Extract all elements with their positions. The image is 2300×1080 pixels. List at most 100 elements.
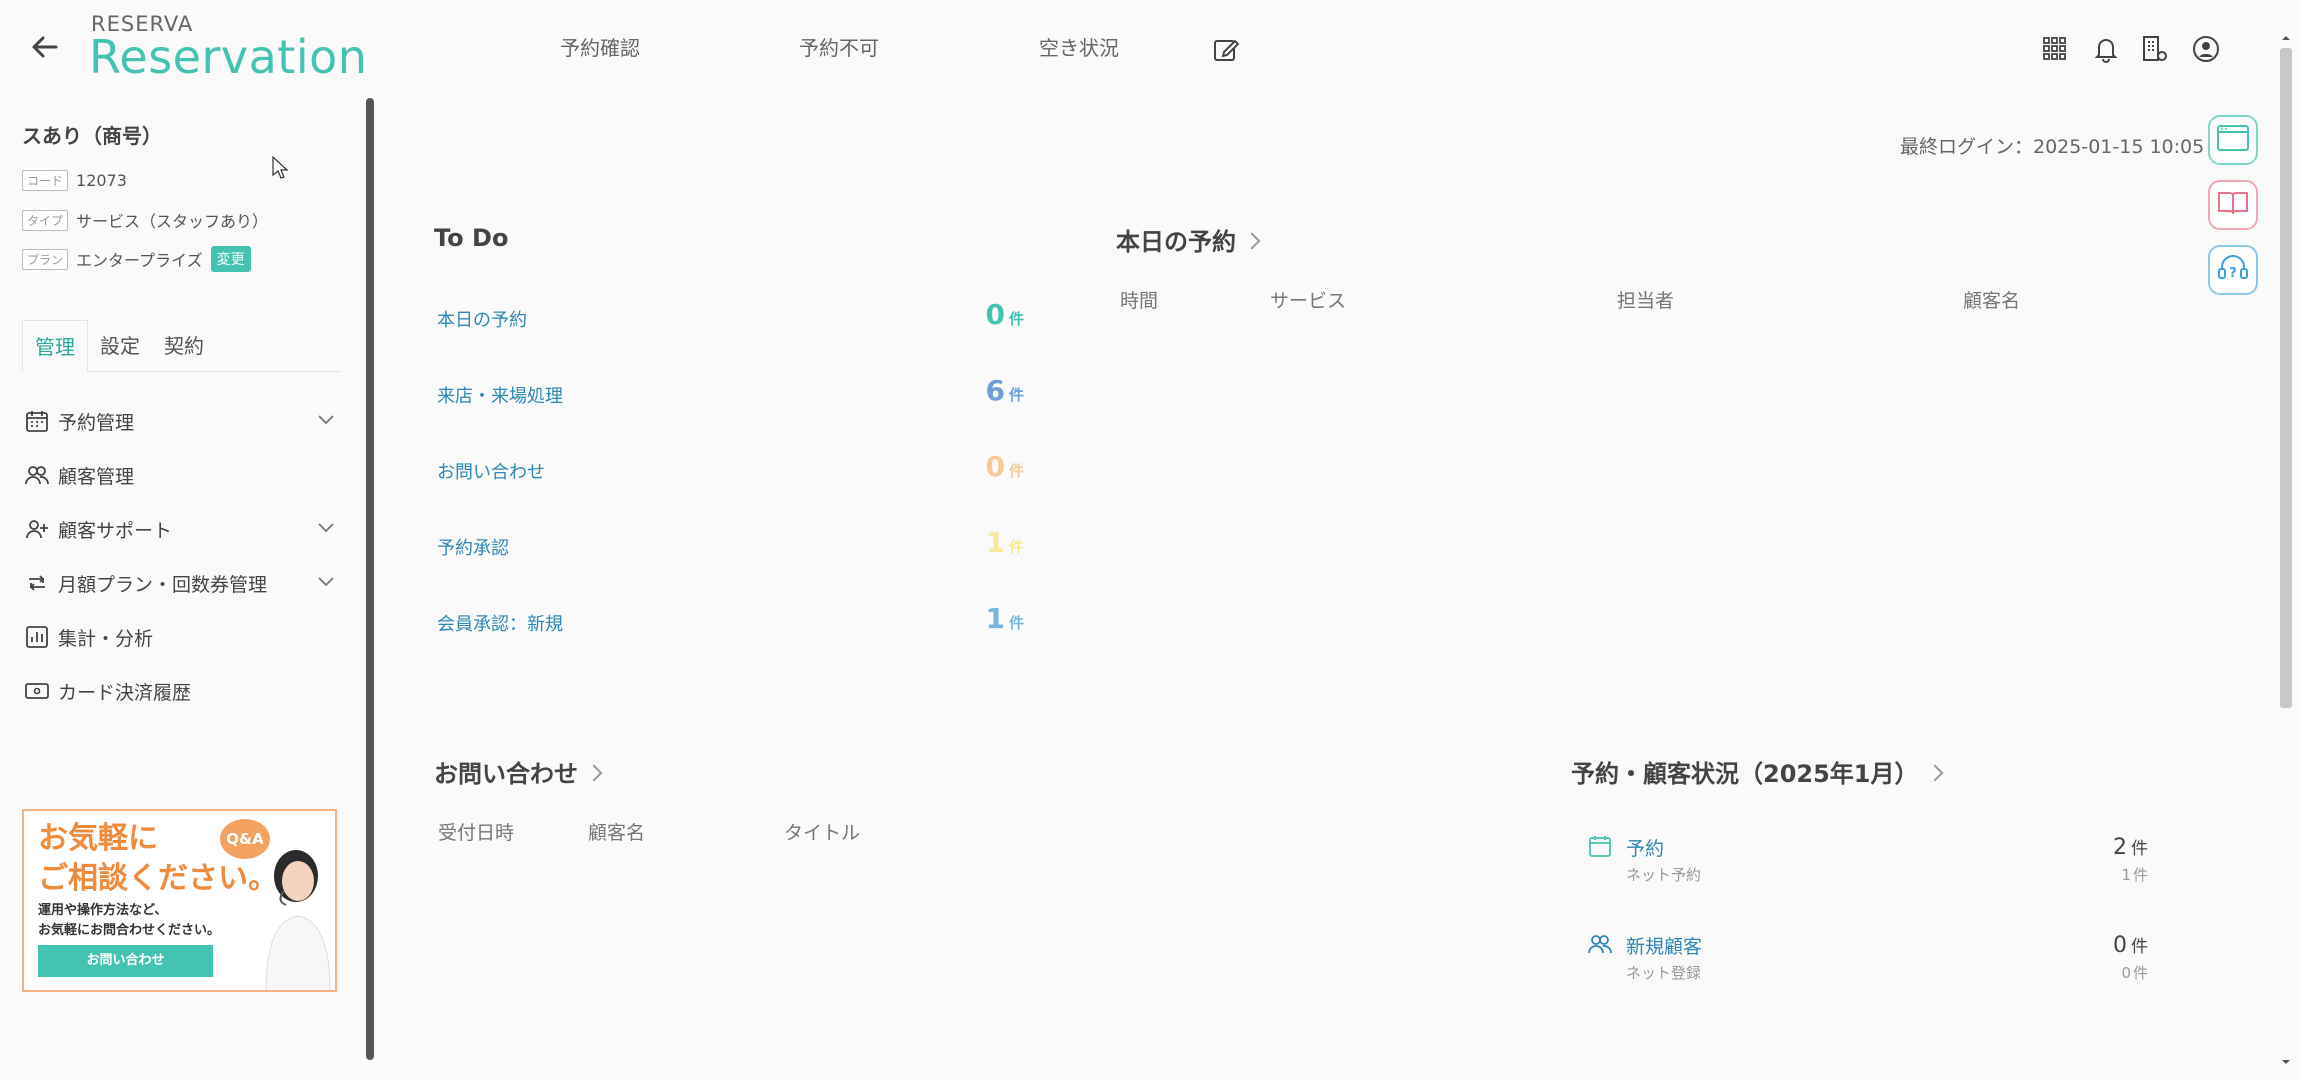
today-reservations-link[interactable]: 本日の予約 bbox=[1116, 222, 1261, 257]
inquiry-col-customer: 顧客名 bbox=[588, 822, 646, 844]
chart-icon bbox=[22, 622, 52, 652]
card-icon bbox=[22, 676, 52, 706]
todo-count-unit: 件 bbox=[1008, 614, 1024, 632]
users-icon bbox=[22, 460, 52, 490]
sidebar-item-support[interactable]: 顧客サポート bbox=[22, 509, 340, 549]
inquiry-col-title: タイトル bbox=[784, 822, 861, 844]
sidebar-item-reservations[interactable]: 予約管理 bbox=[22, 401, 340, 441]
status-link[interactable]: 予約・顧客状況（2025年1月） bbox=[1571, 754, 1943, 789]
banner-contact-button[interactable]: お問い合わせ bbox=[38, 945, 213, 977]
todo-item-label[interactable]: 予約承認 bbox=[437, 534, 509, 560]
plan-tag: プラン bbox=[22, 248, 69, 270]
chevron-right-icon bbox=[1926, 764, 1943, 782]
nav-availability[interactable]: 空き状況 bbox=[1039, 32, 1119, 61]
sidebar-tabs: 管理 設定 契約 bbox=[22, 320, 340, 372]
todo-title: To Do bbox=[434, 224, 509, 252]
plan-row: プラン エンタープライズ 変更 bbox=[22, 246, 251, 272]
tab-settings[interactable]: 設定 bbox=[88, 320, 152, 372]
nav-reservation-check[interactable]: 予約確認 bbox=[560, 32, 640, 61]
back-arrow-icon[interactable] bbox=[28, 30, 62, 64]
browser-window-button[interactable] bbox=[2208, 115, 2258, 165]
chevron-down-icon[interactable] bbox=[316, 571, 336, 591]
todo-count-value: 0 bbox=[985, 450, 1005, 483]
chevron-down-icon[interactable] bbox=[316, 517, 336, 537]
browser-window-icon bbox=[2216, 123, 2250, 157]
inquiry-col-date: 受付日時 bbox=[438, 822, 515, 844]
todo-item-count[interactable]: 6件 bbox=[924, 374, 1025, 407]
status-subcount-value: 0 bbox=[2121, 964, 2131, 982]
apps-grid-icon[interactable] bbox=[2040, 34, 2070, 64]
status-subcount: 1件 bbox=[2121, 864, 2148, 885]
banner-sub-line2: お気軽にお問合わせください。 bbox=[38, 923, 221, 938]
repeat-icon bbox=[22, 568, 52, 598]
status-title: 予約・顧客状況（2025年1月） bbox=[1571, 760, 1919, 788]
todo-count-value: 1 bbox=[985, 602, 1005, 635]
todo-item-label[interactable]: 本日の予約 bbox=[437, 306, 527, 332]
sidebar-item-analytics[interactable]: 集計・分析 bbox=[22, 617, 340, 657]
today-col-staff: 担当者 bbox=[1617, 290, 1675, 312]
tab-contract[interactable]: 契約 bbox=[152, 320, 216, 372]
status-row-new-customers: 新規顧客 ネット登録 0件 0件 bbox=[1588, 932, 2148, 992]
building-settings-icon[interactable] bbox=[2140, 34, 2170, 64]
status-subcount: 0件 bbox=[2121, 962, 2148, 983]
todo-item-count[interactable]: 0件 bbox=[924, 298, 1025, 331]
account-icon[interactable] bbox=[2191, 34, 2221, 64]
page-scrollbar-thumb[interactable] bbox=[2280, 48, 2292, 708]
code-tag: コード bbox=[22, 170, 69, 191]
todo-count-unit: 件 bbox=[1008, 462, 1024, 480]
type-row: タイプ サービス（スタッフあり） bbox=[22, 208, 268, 232]
todo-item-label[interactable]: 会員承認：新規 bbox=[437, 610, 563, 636]
todo-count-unit: 件 bbox=[1008, 310, 1024, 328]
status-sub: ネット予約 bbox=[1626, 866, 1702, 884]
sidebar-item-customers[interactable]: 顧客管理 bbox=[22, 455, 340, 495]
todo-item-label[interactable]: 来店・来場処理 bbox=[437, 382, 563, 408]
sidebar-item-label: 集計・分析 bbox=[58, 627, 154, 650]
status-count-unit: 件 bbox=[2131, 937, 2148, 957]
sidebar-item-label: カード決済履歴 bbox=[58, 681, 192, 704]
code-row: コード 12073 bbox=[22, 170, 127, 191]
brand-logo[interactable]: Reservation bbox=[89, 30, 367, 84]
todo-count-value: 6 bbox=[985, 374, 1005, 407]
calendar-icon bbox=[1588, 834, 1612, 862]
status-sub: ネット登録 bbox=[1626, 964, 1702, 982]
todo-count-value: 0 bbox=[985, 298, 1005, 331]
today-col-time: 時間 bbox=[1120, 290, 1159, 312]
todo-item-label[interactable]: お問い合わせ bbox=[437, 458, 545, 484]
status-label[interactable]: 新規顧客 bbox=[1626, 932, 1702, 959]
status-row-reservations: 予約 ネット予約 2件 1件 bbox=[1588, 834, 2148, 894]
chevron-down-icon[interactable] bbox=[316, 409, 336, 429]
change-plan-button[interactable]: 変更 bbox=[210, 246, 251, 272]
todo-item-count[interactable]: 1件 bbox=[924, 602, 1025, 635]
status-count-value: 2 bbox=[2113, 835, 2127, 860]
status-count-unit: 件 bbox=[2131, 839, 2148, 859]
today-col-service: サービス bbox=[1270, 290, 1347, 312]
sidebar-item-card-history[interactable]: カード決済履歴 bbox=[22, 671, 340, 711]
edit-icon[interactable] bbox=[1212, 36, 1240, 64]
sidebar-item-label: 顧客サポート bbox=[58, 519, 173, 542]
calendar-icon bbox=[22, 406, 52, 436]
today-title: 本日の予約 bbox=[1116, 228, 1236, 256]
tab-manage[interactable]: 管理 bbox=[22, 320, 88, 372]
headset-help-icon: ? bbox=[2216, 251, 2250, 289]
code-value: 12073 bbox=[76, 171, 127, 190]
app-header: RESERVA Reservation 予約確認 予約不可 空き状況 bbox=[0, 0, 2300, 95]
sidebar-scrollbar[interactable] bbox=[366, 98, 374, 1060]
todo-count-unit: 件 bbox=[1008, 538, 1024, 556]
banner-subtitle: 運用や操作方法など、 お気軽にお問合わせください。 bbox=[38, 901, 220, 941]
sidebar-item-plans[interactable]: 月額プラン・回数券管理 bbox=[22, 563, 340, 603]
inquiry-title: お問い合わせ bbox=[434, 760, 578, 788]
bell-icon[interactable] bbox=[2091, 34, 2121, 64]
help-button[interactable]: ? bbox=[2208, 245, 2258, 295]
chevron-right-icon bbox=[1243, 232, 1261, 250]
manual-button[interactable] bbox=[2208, 180, 2258, 230]
contact-banner[interactable]: お気軽に ご相談ください。 Q&A 運用や操作方法など、 お気軽にお問合わせくだ… bbox=[22, 809, 337, 992]
status-count: 2件 bbox=[2113, 834, 2148, 860]
status-label[interactable]: 予約 bbox=[1626, 834, 1664, 861]
todo-item-count[interactable]: 1件 bbox=[924, 526, 1025, 559]
inquiry-link[interactable]: お問い合わせ bbox=[434, 754, 603, 789]
nav-unavailable[interactable]: 予約不可 bbox=[799, 32, 879, 61]
todo-count-value: 1 bbox=[985, 526, 1005, 559]
svg-text:?: ? bbox=[2229, 266, 2237, 281]
user-plus-icon bbox=[22, 514, 52, 544]
todo-item-count[interactable]: 0件 bbox=[924, 450, 1025, 483]
